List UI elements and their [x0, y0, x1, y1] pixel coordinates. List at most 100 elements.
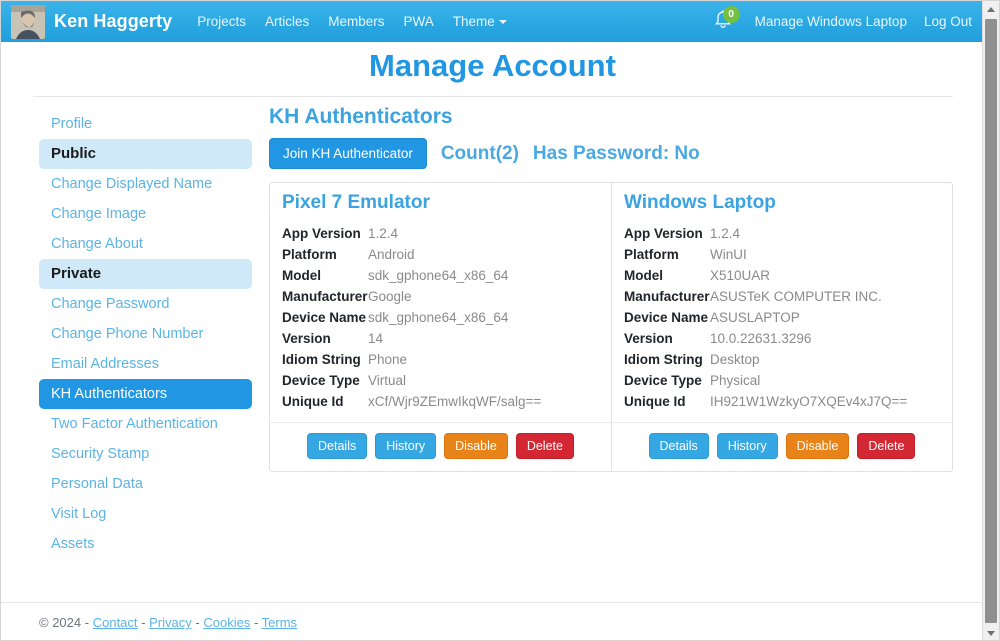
detail-row: Manufacturer ASUSTeK COMPUTER INC. [624, 286, 940, 307]
detail-row: Device Type Virtual [282, 370, 599, 391]
detail-label: Manufacturer [282, 289, 368, 304]
detail-value: Virtual [368, 373, 407, 388]
sidebar-item-change-phone-number[interactable]: Change Phone Number [39, 319, 252, 349]
detail-value: IH921W1WzkyO7XQEv4xJ7Q== [710, 394, 908, 409]
disable-button[interactable]: Disable [785, 433, 850, 459]
footer-link-cookies[interactable]: Cookies [203, 615, 250, 630]
detail-value: Desktop [710, 352, 760, 367]
sidebar-item-visit-log[interactable]: Visit Log [39, 499, 252, 529]
nav-link-articles[interactable]: Articles [265, 14, 309, 29]
sidebar-item-email-addresses[interactable]: Email Addresses [39, 349, 252, 379]
navbar-right: 0 Manage Windows Laptop Log Out [712, 5, 972, 36]
sidebar-item-change-password[interactable]: Change Password [39, 289, 252, 319]
detail-label: Version [282, 331, 331, 346]
nav-link-theme-label: Theme [452, 14, 495, 29]
detail-value: 1.2.4 [710, 226, 741, 241]
authenticator-cards: Pixel 7 Emulator App Version 1.2.4 Platf… [269, 182, 953, 472]
sidebar-item-kh-authenticators[interactable]: KH Authenticators [39, 379, 252, 409]
detail-value: X510UAR [710, 268, 771, 283]
nav-link-logout[interactable]: Log Out [924, 14, 972, 29]
detail-label: Device Name [624, 310, 709, 325]
title-divider [33, 96, 953, 97]
history-button[interactable]: History [716, 433, 778, 459]
card-title: Windows Laptop [624, 192, 776, 213]
sidebar-item-change-about[interactable]: Change About [39, 229, 252, 259]
avatar [11, 4, 45, 39]
detail-value: ASUSTeK COMPUTER INC. [710, 289, 882, 304]
detail-label: Idiom String [282, 352, 361, 367]
delete-button[interactable]: Delete [515, 433, 574, 459]
nav-links: Projects Articles Members PWA Theme [197, 14, 507, 29]
footer-link-contact[interactable]: Contact [93, 615, 138, 630]
authenticator-card: Pixel 7 Emulator App Version 1.2.4 Platf… [270, 183, 611, 471]
card-body: App Version 1.2.4 Platform WinUI Model X… [612, 223, 952, 422]
detail-label: Platform [282, 247, 337, 262]
sidebar: Profile Public Change Displayed Name Cha… [39, 109, 252, 559]
details-button[interactable]: Details [307, 433, 368, 459]
detail-value: WinUI [710, 247, 747, 262]
nav-link-pwa[interactable]: PWA [404, 14, 434, 29]
vertical-scrollbar[interactable] [982, 1, 999, 640]
detail-value: Google [368, 289, 412, 304]
join-kh-authenticator-button[interactable]: Join KH Authenticator [269, 138, 427, 169]
authenticator-count: Count(2) [440, 142, 519, 164]
sidebar-item-security-stamp[interactable]: Security Stamp [39, 439, 252, 469]
nav-link-theme[interactable]: Theme [453, 14, 507, 29]
detail-label: Model [624, 268, 663, 283]
sidebar-item-change-displayed-name[interactable]: Change Displayed Name [39, 169, 252, 199]
history-button[interactable]: History [375, 433, 437, 459]
detail-row: Model sdk_gphone64_x86_64 [282, 265, 599, 286]
detail-value: 14 [368, 331, 384, 346]
nav-link-members[interactable]: Members [328, 14, 384, 29]
detail-value: xCf/Wjr9ZEmwIkqWF/salg== [368, 394, 542, 409]
detail-row: App Version 1.2.4 [282, 223, 599, 244]
brand[interactable]: Ken Haggerty [11, 4, 172, 39]
detail-value: sdk_gphone64_x86_64 [368, 268, 509, 283]
has-password-status: Has Password: No [532, 142, 700, 164]
sidebar-heading-public: Public [39, 139, 252, 169]
nav-link-manage-device[interactable]: Manage Windows Laptop [755, 14, 907, 29]
sidebar-item-two-factor-authentication[interactable]: Two Factor Authentication [39, 409, 252, 439]
sidebar-item-assets[interactable]: Assets [39, 529, 252, 559]
detail-value: sdk_gphone64_x86_64 [368, 310, 509, 325]
authenticators-toolbar: Join KH Authenticator Count(2) Has Passw… [269, 138, 953, 169]
notification-badge: 0 [722, 5, 740, 23]
scroll-down-button[interactable] [983, 625, 999, 640]
detail-value: Phone [368, 352, 408, 367]
detail-label: Version [624, 331, 673, 346]
scroll-up-button[interactable] [983, 1, 999, 18]
detail-row: Unique Id IH921W1WzkyO7XQEv4xJ7Q== [624, 391, 940, 412]
top-navbar: Ken Haggerty Projects Articles Members P… [1, 1, 984, 42]
main-content: KH Authenticators Join KH Authenticator … [269, 105, 953, 472]
scrollbar-thumb[interactable] [985, 19, 997, 623]
detail-row: Device Type Physical [624, 370, 940, 391]
sidebar-item-change-image[interactable]: Change Image [39, 199, 252, 229]
card-body: App Version 1.2.4 Platform Android Model… [270, 223, 611, 422]
detail-row: Platform Android [282, 244, 599, 265]
detail-label: App Version [624, 226, 703, 241]
triangle-up-icon [987, 7, 995, 12]
sidebar-item-profile[interactable]: Profile [39, 109, 252, 139]
detail-label: App Version [282, 226, 361, 241]
details-button[interactable]: Details [648, 433, 709, 459]
detail-label: Manufacturer [624, 289, 710, 304]
nav-link-projects[interactable]: Projects [197, 14, 246, 29]
detail-row: App Version 1.2.4 [624, 223, 940, 244]
disable-button[interactable]: Disable [444, 433, 508, 459]
authenticator-card: Windows Laptop App Version 1.2.4 Platfor… [611, 183, 952, 471]
footer-separator: - [195, 615, 200, 630]
detail-value: 10.0.22631.3296 [710, 331, 812, 346]
footer-link-terms[interactable]: Terms [262, 615, 297, 630]
detail-row: Model X510UAR [624, 265, 940, 286]
card-title: Pixel 7 Emulator [282, 192, 430, 213]
notifications-button[interactable]: 0 [712, 5, 740, 36]
detail-row: Version 14 [282, 328, 599, 349]
delete-button[interactable]: Delete [857, 433, 916, 459]
sidebar-item-personal-data[interactable]: Personal Data [39, 469, 252, 499]
detail-row: Device Name sdk_gphone64_x86_64 [282, 307, 599, 328]
detail-row: Idiom String Desktop [624, 349, 940, 370]
detail-value: Android [368, 247, 415, 262]
detail-label: Idiom String [624, 352, 703, 367]
footer-link-privacy[interactable]: Privacy [149, 615, 192, 630]
copyright-text: © 2024 [39, 615, 82, 630]
